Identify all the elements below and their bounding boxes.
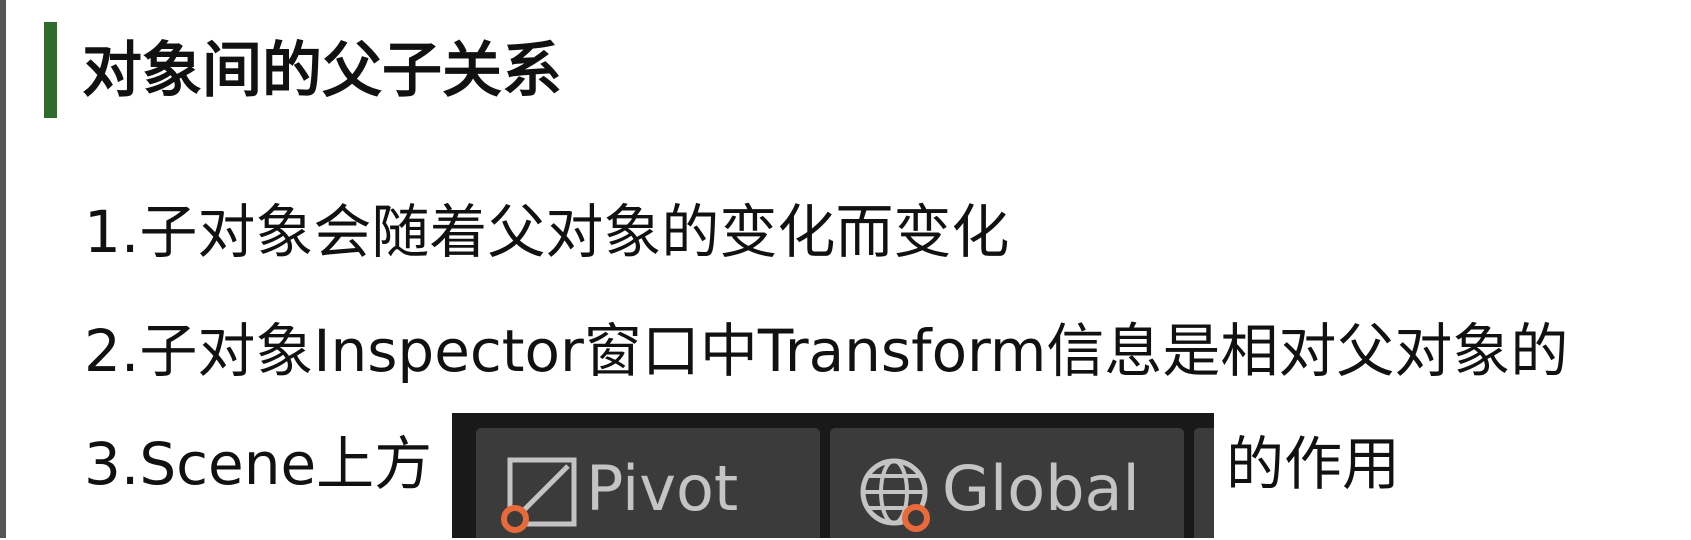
scene-toolbar-image: Pivot Global — [452, 413, 1214, 538]
point-3: 3.Scene上方 — [84, 430, 433, 498]
global-label: Global — [942, 452, 1140, 525]
point-2: 2.子对象Inspector窗口中Transform信息是相对父对象的 — [84, 317, 1569, 385]
pivot-label: Pivot — [586, 452, 739, 525]
pivot-button: Pivot — [476, 428, 820, 538]
toolbar-next-button-edge — [1194, 428, 1214, 538]
section-heading: 对象间的父子关系 — [82, 36, 562, 106]
point-1: 1.子对象会随着父对象的变化而变化 — [84, 198, 1010, 266]
heading-accent-bar — [44, 22, 57, 118]
pivot-icon — [500, 456, 580, 540]
global-button: Global — [830, 428, 1184, 538]
point-3-suffix: 的作用 — [1226, 430, 1401, 498]
left-window-edge — [0, 0, 6, 538]
globe-icon — [856, 456, 936, 540]
